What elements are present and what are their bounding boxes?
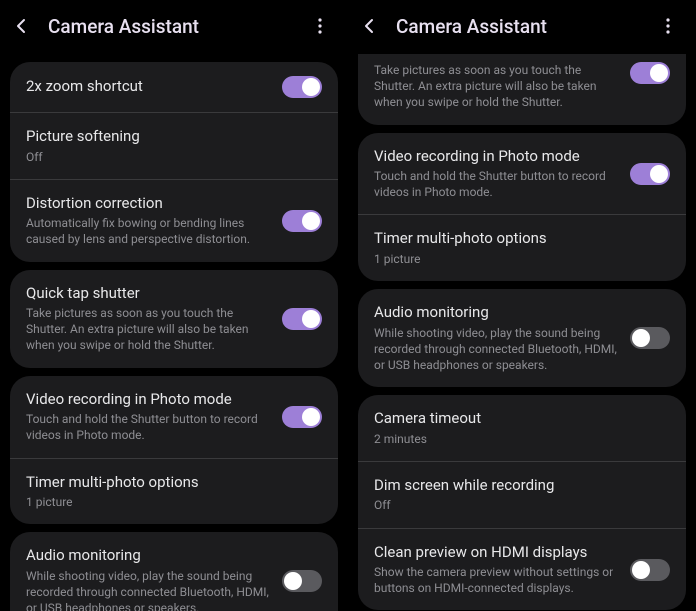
- setting-timer-multi-photo[interactable]: Timer multi-photo options 1 picture: [10, 458, 338, 525]
- row-title: Picture softening: [26, 127, 322, 147]
- row-title: Camera timeout: [374, 409, 670, 429]
- toggle-switch[interactable]: [282, 570, 322, 592]
- toggle-switch[interactable]: [282, 210, 322, 232]
- row-title: Clean preview on HDMI displays: [374, 543, 618, 563]
- page-title: Camera Assistant: [48, 15, 292, 38]
- header: Camera Assistant: [348, 0, 696, 52]
- row-desc: While shooting video, play the sound bei…: [374, 325, 618, 374]
- toggle-switch[interactable]: [282, 308, 322, 330]
- row-text: Timer multi-photo options 1 picture: [374, 229, 670, 267]
- row-text: Audio monitoring While shooting video, p…: [374, 303, 618, 373]
- setting-picture-softening[interactable]: Picture softening Off: [10, 112, 338, 179]
- row-desc: 2 minutes: [374, 431, 670, 447]
- toggle-switch[interactable]: [630, 163, 670, 185]
- content: Take pictures as soon as you touch the S…: [348, 52, 696, 610]
- setting-video-recording-photo-mode[interactable]: Video recording in Photo mode Touch and …: [10, 376, 338, 458]
- row-text: Timer multi-photo options 1 picture: [26, 473, 322, 511]
- row-desc: 1 picture: [374, 251, 670, 267]
- row-title: Timer multi-photo options: [26, 473, 322, 493]
- setting-quick-tap-shutter[interactable]: Quick tap shutter Take pictures as soon …: [10, 270, 338, 368]
- settings-group: 2x zoom shortcut Picture softening Off D…: [10, 62, 338, 262]
- more-icon: [666, 18, 670, 34]
- row-desc: Off: [26, 149, 322, 165]
- content: 2x zoom shortcut Picture softening Off D…: [0, 52, 348, 611]
- setting-camera-timeout[interactable]: Camera timeout 2 minutes: [358, 395, 686, 461]
- row-title: Audio monitoring: [374, 303, 618, 323]
- setting-video-recording-photo-mode[interactable]: Video recording in Photo mode Touch and …: [358, 133, 686, 215]
- setting-zoom-shortcut[interactable]: 2x zoom shortcut: [10, 62, 338, 112]
- toggle-switch[interactable]: [630, 62, 670, 84]
- row-text: Audio monitoring While shooting video, p…: [26, 546, 270, 611]
- row-text: Quick tap shutter Take pictures as soon …: [26, 284, 270, 354]
- row-text: Take pictures as soon as you touch the S…: [374, 62, 618, 111]
- left-panel: Camera Assistant 2x zoom shortcut Pictur…: [0, 0, 348, 611]
- setting-audio-monitoring[interactable]: Audio monitoring While shooting video, p…: [358, 289, 686, 387]
- setting-clean-preview-hdmi[interactable]: Clean preview on HDMI displays Show the …: [358, 528, 686, 611]
- row-desc: Touch and hold the Shutter button to rec…: [26, 411, 270, 443]
- settings-group: Take pictures as soon as you touch the S…: [358, 54, 686, 125]
- back-button[interactable]: [360, 16, 380, 36]
- row-desc: While shooting video, play the sound bei…: [26, 568, 270, 611]
- toggle-switch[interactable]: [282, 406, 322, 428]
- setting-distortion-correction[interactable]: Distortion correction Automatically fix …: [10, 179, 338, 262]
- row-text: Clean preview on HDMI displays Show the …: [374, 543, 618, 597]
- settings-group: Video recording in Photo mode Touch and …: [10, 376, 338, 525]
- settings-group: Quick tap shutter Take pictures as soon …: [10, 270, 338, 368]
- header: Camera Assistant: [0, 0, 348, 52]
- row-text: Picture softening Off: [26, 127, 322, 165]
- back-icon: [14, 18, 30, 34]
- toggle-switch[interactable]: [282, 76, 322, 98]
- row-title: Quick tap shutter: [26, 284, 270, 304]
- settings-group: Camera timeout 2 minutes Dim screen whil…: [358, 395, 686, 610]
- more-button[interactable]: [308, 14, 332, 38]
- row-title: Distortion correction: [26, 194, 270, 214]
- row-title: 2x zoom shortcut: [26, 77, 270, 97]
- setting-audio-monitoring[interactable]: Audio monitoring While shooting video, p…: [10, 532, 338, 611]
- more-icon: [318, 18, 322, 34]
- more-button[interactable]: [656, 14, 680, 38]
- page-title: Camera Assistant: [396, 15, 640, 38]
- row-text: Camera timeout 2 minutes: [374, 409, 670, 447]
- setting-timer-multi-photo[interactable]: Timer multi-photo options 1 picture: [358, 214, 686, 281]
- row-title: Audio monitoring: [26, 546, 270, 566]
- settings-group: Audio monitoring While shooting video, p…: [358, 289, 686, 387]
- back-icon: [362, 18, 378, 34]
- row-title: Dim screen while recording: [374, 476, 670, 496]
- row-text: Dim screen while recording Off: [374, 476, 670, 514]
- row-text: Video recording in Photo mode Touch and …: [26, 390, 270, 444]
- row-desc: Take pictures as soon as you touch the S…: [374, 62, 618, 111]
- row-desc: 1 picture: [26, 494, 322, 510]
- row-title: Video recording in Photo mode: [374, 147, 618, 167]
- setting-dim-screen-recording[interactable]: Dim screen while recording Off: [358, 461, 686, 528]
- settings-group: Video recording in Photo mode Touch and …: [358, 133, 686, 282]
- row-text: Video recording in Photo mode Touch and …: [374, 147, 618, 201]
- toggle-switch[interactable]: [630, 327, 670, 349]
- row-text: Distortion correction Automatically fix …: [26, 194, 270, 248]
- row-text: 2x zoom shortcut: [26, 77, 270, 97]
- row-title: Timer multi-photo options: [374, 229, 670, 249]
- toggle-switch[interactable]: [630, 559, 670, 581]
- row-title: Video recording in Photo mode: [26, 390, 270, 410]
- setting-quick-tap-shutter-continued[interactable]: Take pictures as soon as you touch the S…: [358, 54, 686, 125]
- row-desc: Show the camera preview without settings…: [374, 564, 618, 596]
- row-desc: Take pictures as soon as you touch the S…: [26, 305, 270, 354]
- right-panel: Camera Assistant Take pictures as soon a…: [348, 0, 696, 611]
- row-desc: Automatically fix bowing or bending line…: [26, 215, 270, 247]
- row-desc: Touch and hold the Shutter button to rec…: [374, 168, 618, 200]
- row-desc: Off: [374, 497, 670, 513]
- back-button[interactable]: [12, 16, 32, 36]
- settings-group: Audio monitoring While shooting video, p…: [10, 532, 338, 611]
